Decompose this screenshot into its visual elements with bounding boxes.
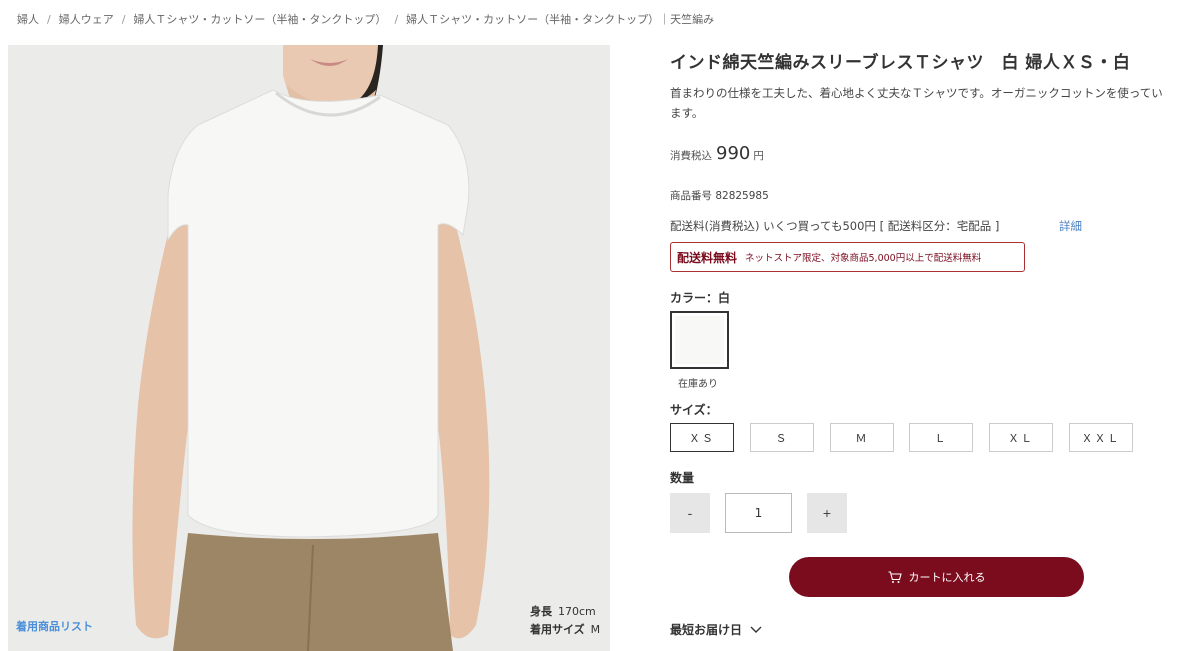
product-number: 商品番号 82825985 <box>670 190 769 202</box>
price-unit: 円 <box>753 150 764 162</box>
chevron-down-icon <box>750 626 762 633</box>
quantity-decrease-button[interactable]: - <box>670 493 710 533</box>
breadcrumb-item-womens[interactable]: 婦人 <box>17 11 39 27</box>
size-option-xl[interactable]: ＸＬ <box>989 423 1053 452</box>
breadcrumb-item-tshirts-category[interactable]: 婦人Ｔシャツ・カットソー（半袖・タンクトップ） <box>133 11 386 27</box>
color-swatch-white[interactable] <box>670 311 729 369</box>
model-info: 身長 170cm 着用サイズ M <box>530 603 600 639</box>
product-photo[interactable]: 着用商品リスト 身長 170cm 着用サイズ M <box>8 45 610 651</box>
size-option-xs[interactable]: ＸＳ <box>670 423 734 452</box>
free-shipping-banner: 配送料無料 ネットストア限定、対象商品5,000円以上で配送料無料 <box>670 242 1025 272</box>
add-to-cart-label: カートに入れる <box>908 571 986 584</box>
breadcrumb-item-womens-wear[interactable]: 婦人ウェア <box>59 11 114 27</box>
breadcrumb-item-current: 婦人Ｔシャツ・カットソー（半袖・タンクトップ）｜天竺編み <box>406 13 715 26</box>
size-option-m[interactable]: Ｍ <box>830 423 894 452</box>
color-label: カラー：白 <box>670 291 731 305</box>
product-title: インド綿天竺編みスリーブレスＴシャツ 白 婦人ＸＳ・白 <box>670 53 1131 73</box>
quantity-input[interactable] <box>725 493 792 533</box>
stock-status: 在庫あり <box>678 379 718 390</box>
size-option-s[interactable]: Ｓ <box>750 423 814 452</box>
worn-items-list-link[interactable]: 着用商品リスト <box>16 618 93 634</box>
earliest-delivery-toggle[interactable]: 最短お届け日 <box>670 621 762 638</box>
size-option-xxl[interactable]: ＸＸＬ <box>1069 423 1133 452</box>
quantity-increase-button[interactable]: + <box>807 493 847 533</box>
model-size-label: 着用サイズ <box>530 623 585 636</box>
shipping-info: 配送料(消費税込) いくつ買っても500円 [ 配送料区分：宅配品 ] 詳細 <box>670 218 1090 234</box>
earliest-delivery-label: 最短お届け日 <box>670 623 743 637</box>
price-tax-label: 消費税込 <box>670 150 712 162</box>
free-shipping-title: 配送料無料 <box>677 250 738 265</box>
price-amount: 990 <box>716 143 751 164</box>
quantity-label: 数量 <box>670 471 695 485</box>
free-shipping-note: ネットストア限定、対象商品5,000円以上で配送料無料 <box>745 253 982 264</box>
add-to-cart-button[interactable]: カートに入れる <box>789 557 1084 597</box>
breadcrumb-separator: / <box>47 12 51 26</box>
model-height-value: 170cm <box>558 605 596 618</box>
shipping-text: 配送料(消費税込) いくつ買っても500円 [ 配送料区分：宅配品 ] <box>670 219 1000 233</box>
breadcrumb: 婦人 / 婦人ウェア / 婦人Ｔシャツ・カットソー（半袖・タンクトップ） / 婦… <box>17 11 714 27</box>
size-option-l[interactable]: Ｌ <box>909 423 973 452</box>
cart-icon <box>888 570 902 583</box>
breadcrumb-separator: / <box>394 12 399 26</box>
breadcrumb-separator: / <box>121 12 126 26</box>
size-label: サイズ： <box>670 403 718 417</box>
shipping-detail-link[interactable]: 詳細 <box>1059 218 1082 234</box>
model-height-label: 身長 <box>530 605 552 618</box>
model-size-value: M <box>590 623 601 636</box>
product-description: 首まわりの仕様を工夫した、着心地よく丈夫なＴシャツです。オーガニックコットンを使… <box>670 86 1163 120</box>
price: 消費税込 990 円 <box>670 143 764 164</box>
model-wearing-tshirt-image <box>8 45 610 651</box>
color-chip <box>675 316 724 364</box>
